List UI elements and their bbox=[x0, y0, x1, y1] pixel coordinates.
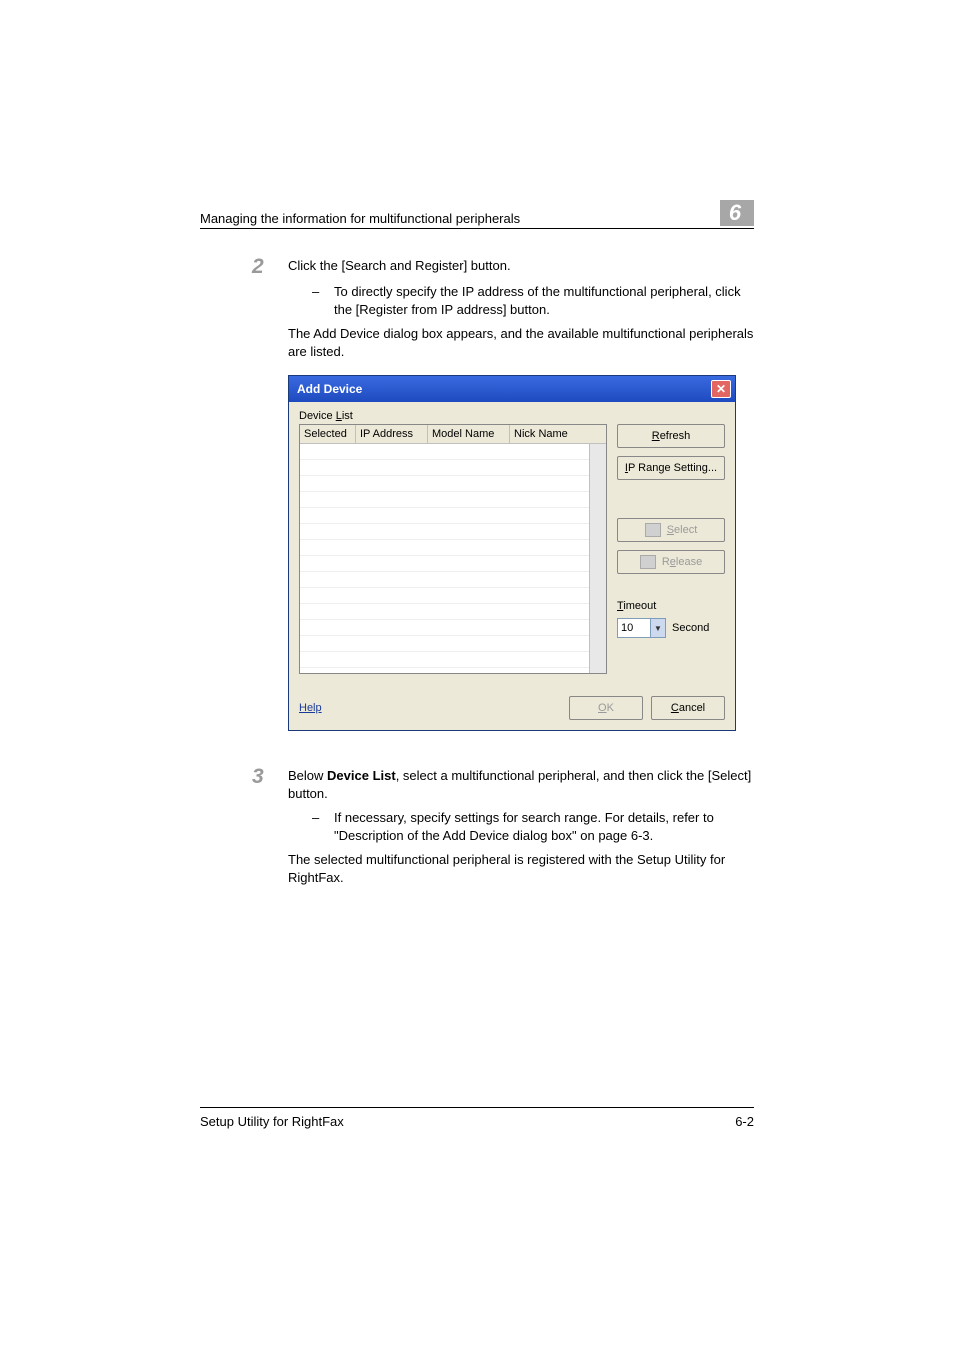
footer-left: Setup Utility for RightFax bbox=[200, 1114, 344, 1129]
device-list-table[interactable]: Selected IP Address Model Name Nick Name bbox=[299, 424, 607, 674]
ok-button[interactable]: OK bbox=[569, 696, 643, 720]
table-row[interactable] bbox=[300, 556, 589, 572]
device-list-label: Device List bbox=[299, 410, 725, 422]
table-row[interactable] bbox=[300, 588, 589, 604]
chevron-down-icon[interactable]: ▼ bbox=[650, 619, 665, 637]
step-number-2: 2 bbox=[252, 257, 288, 277]
bullet-dash: – bbox=[312, 283, 334, 319]
step-2-text: Click the [Search and Register] button. bbox=[288, 257, 511, 275]
table-row[interactable] bbox=[300, 492, 589, 508]
table-row[interactable] bbox=[300, 620, 589, 636]
running-head: Managing the information for multifuncti… bbox=[200, 211, 720, 226]
col-ip-address[interactable]: IP Address bbox=[356, 425, 428, 443]
table-row[interactable] bbox=[300, 476, 589, 492]
step-3-bullet: If necessary, specify settings for searc… bbox=[334, 809, 754, 845]
step-2-bullet: To directly specify the IP address of th… bbox=[334, 283, 754, 319]
table-row[interactable] bbox=[300, 604, 589, 620]
bullet-dash: – bbox=[312, 809, 334, 845]
ip-range-setting-button[interactable]: IP Range Setting... bbox=[617, 456, 725, 480]
table-row[interactable] bbox=[300, 572, 589, 588]
table-row[interactable] bbox=[300, 668, 589, 674]
select-button[interactable]: Select bbox=[617, 518, 725, 542]
table-row[interactable] bbox=[300, 636, 589, 652]
col-model-name[interactable]: Model Name bbox=[428, 425, 510, 443]
timeout-unit: Second bbox=[672, 622, 709, 634]
device-list-bold: Device List bbox=[327, 768, 396, 783]
close-icon[interactable]: ✕ bbox=[711, 380, 731, 398]
table-row[interactable] bbox=[300, 540, 589, 556]
table-row[interactable] bbox=[300, 508, 589, 524]
step-2-after-note: The Add Device dialog box appears, and t… bbox=[288, 325, 754, 361]
col-selected[interactable]: Selected bbox=[300, 425, 356, 443]
step-3-after-note: The selected multifunctional peripheral … bbox=[288, 851, 754, 887]
dialog-title: Add Device bbox=[297, 382, 362, 396]
table-row[interactable] bbox=[300, 524, 589, 540]
footer-right: 6-2 bbox=[735, 1114, 754, 1129]
release-button[interactable]: Release bbox=[617, 550, 725, 574]
table-row[interactable] bbox=[300, 652, 589, 668]
timeout-combo[interactable]: ▼ bbox=[617, 618, 666, 638]
release-icon bbox=[640, 555, 656, 569]
add-device-dialog: Add Device ✕ Device List Selected IP Add… bbox=[288, 375, 736, 731]
step-number-3: 3 bbox=[252, 767, 288, 787]
cancel-button[interactable]: Cancel bbox=[651, 696, 725, 720]
timeout-input[interactable] bbox=[618, 622, 650, 634]
step-3-text: Below Device List, select a multifunctio… bbox=[288, 767, 754, 803]
select-icon bbox=[645, 523, 661, 537]
table-row[interactable] bbox=[300, 460, 589, 476]
col-nick-name[interactable]: Nick Name bbox=[510, 425, 606, 443]
scrollbar[interactable] bbox=[589, 444, 606, 674]
table-row[interactable] bbox=[300, 444, 589, 460]
chapter-badge: 6 bbox=[720, 200, 754, 226]
timeout-label: Timeout bbox=[617, 600, 725, 612]
refresh-button[interactable]: Refresh bbox=[617, 424, 725, 448]
help-link[interactable]: Help bbox=[299, 702, 322, 714]
